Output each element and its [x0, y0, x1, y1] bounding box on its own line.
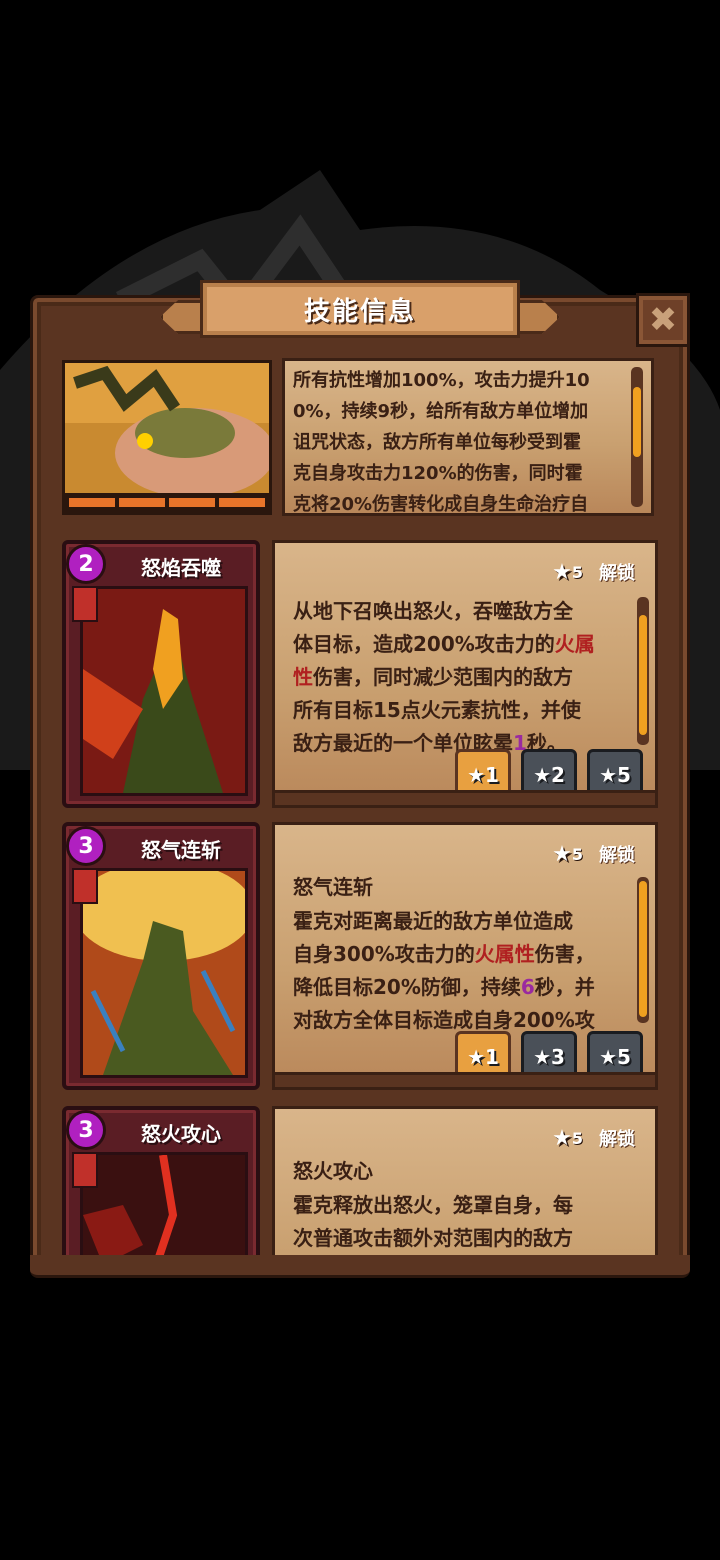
unlock-label: 解锁 — [599, 845, 635, 866]
close-button[interactable]: ✖ — [636, 293, 690, 347]
star-requirement: ★ 5 — [552, 559, 583, 585]
skill-card[interactable]: 怒气连斩 3 — [62, 822, 260, 1090]
hero-desc-line: 所有抗性增加100%，攻击力提升10 — [293, 370, 590, 391]
skill-card-art — [80, 868, 248, 1078]
star-icon: ★ — [552, 841, 572, 867]
skill-title: 怒气连斩 — [293, 875, 373, 899]
skill-card-name: 怒焰吞噬 — [141, 556, 221, 580]
skill-description-box[interactable]: ★ 5 解锁 怒气连斩 霍克对距离最近的敌方单位造成 自身300%攻击力的火属性伤… — [272, 822, 658, 1090]
skill-card[interactable]: 怒火攻心 3 — [62, 1106, 260, 1256]
skill-row-1: 怒焰吞噬 2 ★ 5 解锁 从地下召唤出怒火，吞噬敌方全 体目标，造成200%攻击… — [62, 540, 658, 812]
star-requirement: ★ 5 — [552, 841, 583, 867]
skill-row-3: 怒火攻心 3 ★ 5 解锁 怒火攻心 霍克释放出怒火，笼罩自身，每 次普通攻击额外… — [62, 1106, 658, 1256]
hero-desc-line: 克自身攻击力120%的伤害，同时霍 — [293, 463, 583, 484]
hero-desc-line: 0%，持续9秒，给所有敌方单位增加 — [293, 401, 589, 422]
star-icon: ★ — [552, 559, 572, 585]
skill-box-rail — [275, 790, 655, 805]
skill-card-name: 怒火攻心 — [141, 1122, 221, 1146]
skill-level-badge: 2 — [66, 544, 106, 584]
skill-desc-scrollbar[interactable] — [637, 597, 649, 745]
hero-desc-line: 克将20%伤害转化成自身生命治疗自 — [293, 494, 589, 515]
skill-description: 从地下召唤出怒火，吞噬敌方全 体目标，造成200%攻击力的火属 性伤害，同时减少… — [293, 599, 595, 755]
skill-box-rail — [275, 1072, 655, 1087]
hero-desc-line: 诅咒状态，敌方所有单位每秒受到霍 — [293, 432, 581, 453]
fire-element-icon — [72, 586, 98, 622]
unlock-label: 解锁 — [599, 563, 635, 584]
title-banner: 技能信息 — [200, 280, 520, 338]
skill-description-box[interactable]: ★ 5 解锁 怒火攻心 霍克释放出怒火，笼罩自身，每 次普通攻击额外对范围内的敌方 — [272, 1106, 658, 1256]
skill-description: 霍克释放出怒火，笼罩自身，每 次普通攻击额外对范围内的敌方 — [293, 1193, 573, 1250]
star-icon: ★ — [552, 1125, 572, 1151]
panel-bottom-edge — [30, 1255, 690, 1278]
skill-desc-scrollbar[interactable] — [637, 877, 649, 1023]
star-requirement: ★ 5 — [552, 1125, 583, 1151]
unlock-requirement: ★ 5 解锁 — [552, 1125, 635, 1151]
hero-description-box[interactable]: 所有抗性增加100%，攻击力提升10 0%，持续9秒，给所有敌方单位增加 诅咒状… — [282, 358, 654, 516]
hero-description: 所有抗性增加100%，攻击力提升10 0%，持续9秒，给所有敌方单位增加 诅咒状… — [293, 365, 611, 515]
skill-level-badge: 3 — [66, 1110, 106, 1150]
unlock-requirement: ★ 5 解锁 — [552, 559, 635, 585]
skill-card-art — [80, 586, 248, 796]
skill-description: 霍克对距离最近的敌方单位造成 自身300%攻击力的火属性伤害， 降低目标20%防… — [293, 909, 595, 1032]
unlock-label: 解锁 — [599, 1129, 635, 1150]
hero-portrait — [62, 360, 272, 515]
skill-title: 怒火攻心 — [293, 1159, 373, 1183]
skill-card[interactable]: 怒焰吞噬 2 — [62, 540, 260, 808]
skill-description-box[interactable]: ★ 5 解锁 从地下召唤出怒火，吞噬敌方全 体目标，造成200%攻击力的火属 性伤… — [272, 540, 658, 808]
skill-level-badge: 3 — [66, 826, 106, 866]
hero-desc-scrollbar[interactable] — [631, 367, 643, 507]
fire-element-icon — [72, 868, 98, 904]
page-title: 技能信息 — [303, 296, 416, 327]
skill-row-2: 怒气连斩 3 ★ 5 解锁 怒气连斩 霍克对距离最近的敌方单位造成 自身300%攻… — [62, 822, 658, 1094]
fire-element-icon — [72, 1152, 98, 1188]
skill-card-name: 怒气连斩 — [141, 838, 221, 862]
close-icon: ✖ — [648, 300, 678, 340]
unlock-requirement: ★ 5 解锁 — [552, 841, 635, 867]
skill-card-art — [80, 1152, 248, 1256]
